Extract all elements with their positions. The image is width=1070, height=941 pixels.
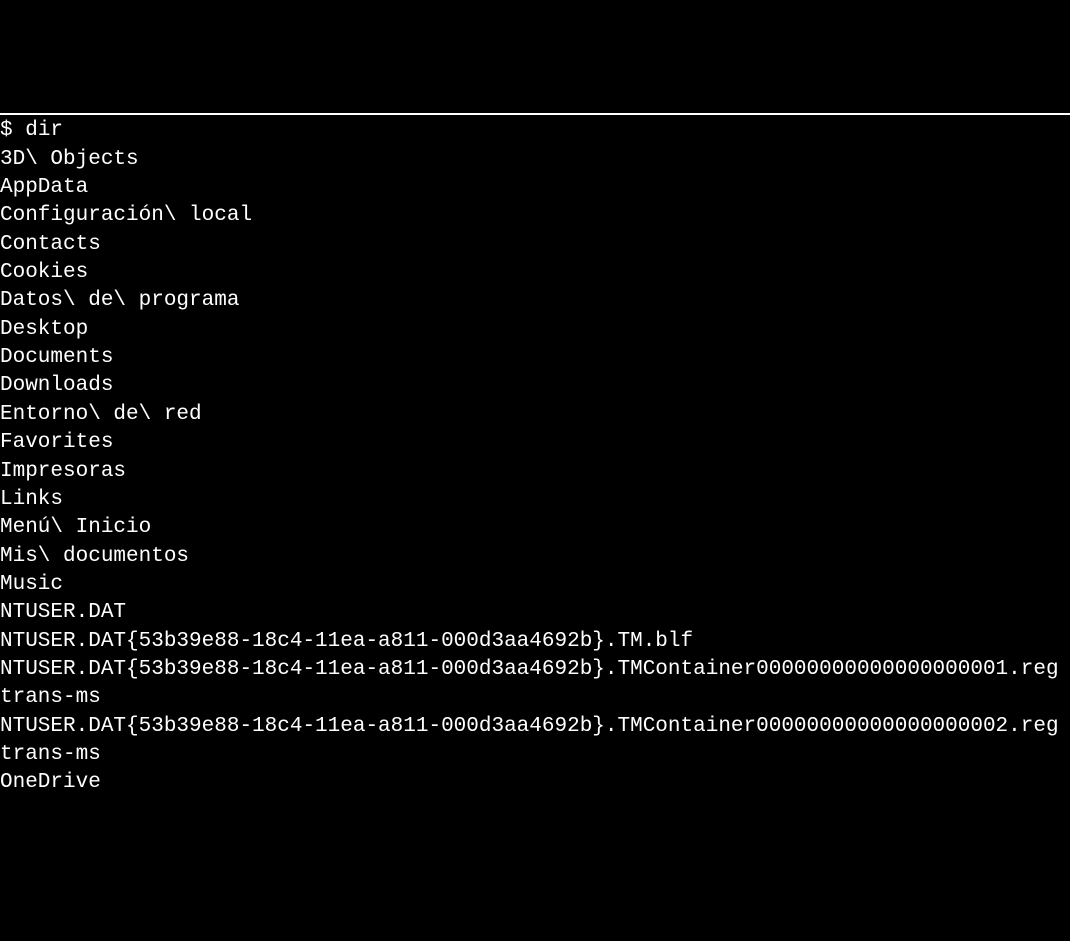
- output-line: 3D\ Objects: [0, 146, 1070, 174]
- output-line: Contacts: [0, 231, 1070, 259]
- output-line: Links: [0, 486, 1070, 514]
- output-line: AppData: [0, 174, 1070, 202]
- output-line: Mis\ documentos: [0, 543, 1070, 571]
- output-line: Cookies: [0, 259, 1070, 287]
- output-line: NTUSER.DAT{53b39e88-18c4-11ea-a811-000d3…: [0, 628, 1070, 656]
- output-line: Music: [0, 571, 1070, 599]
- output-line: Entorno\ de\ red: [0, 401, 1070, 429]
- output-line: Datos\ de\ programa: [0, 287, 1070, 315]
- terminal-window[interactable]: $ dir3D\ ObjectsAppDataConfiguración\ lo…: [0, 113, 1070, 799]
- output-line: Impresoras: [0, 458, 1070, 486]
- prompt-symbol: $: [0, 119, 25, 142]
- output-line: Configuración\ local: [0, 202, 1070, 230]
- command-text: dir: [25, 119, 63, 142]
- output-line: Menú\ Inicio: [0, 514, 1070, 542]
- command-line: $ dir: [0, 117, 1070, 145]
- output-line: Desktop: [0, 316, 1070, 344]
- output-line: NTUSER.DAT{53b39e88-18c4-11ea-a811-000d3…: [0, 656, 1070, 713]
- output-line: NTUSER.DAT{53b39e88-18c4-11ea-a811-000d3…: [0, 713, 1070, 770]
- output-line: NTUSER.DAT: [0, 599, 1070, 627]
- output-line: Favorites: [0, 429, 1070, 457]
- output-line: OneDrive: [0, 769, 1070, 797]
- output-line: Downloads: [0, 372, 1070, 400]
- output-line: Documents: [0, 344, 1070, 372]
